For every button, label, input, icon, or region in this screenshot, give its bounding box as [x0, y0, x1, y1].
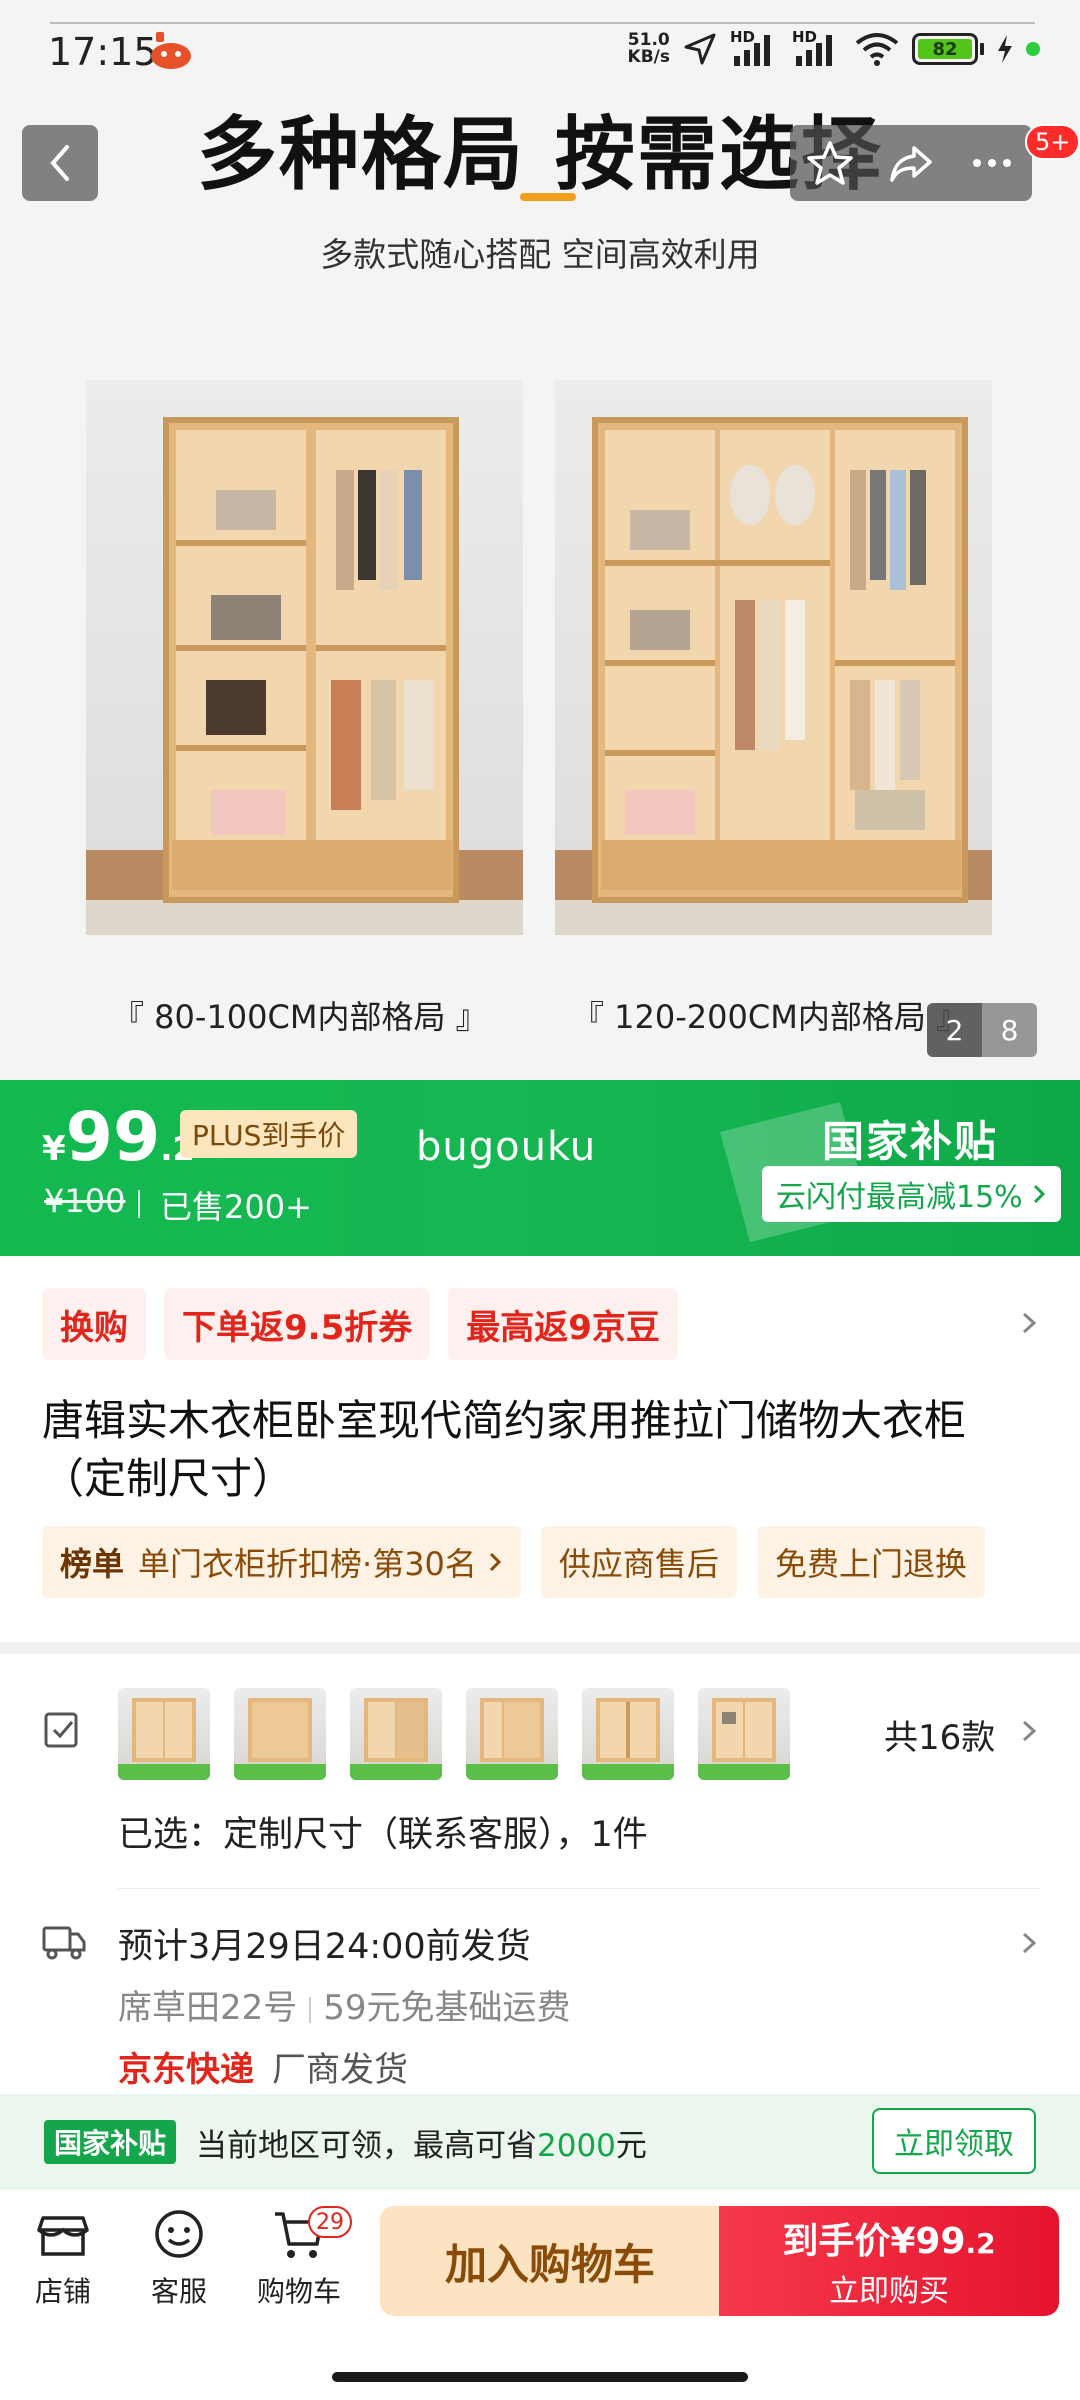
shop-button[interactable]: 店铺: [8, 2206, 118, 2310]
shipping-estimate[interactable]: 预计3月29日24:00前发货: [118, 1918, 531, 1969]
claim-subsidy-button[interactable]: 立即领取: [872, 2108, 1036, 2174]
app-notification-icon: [151, 32, 191, 69]
location-arrow-icon: [684, 33, 716, 65]
chevron-left-icon: [50, 145, 69, 181]
cart-count-badge: 29: [308, 2206, 352, 2238]
price-separator: [138, 1190, 140, 1218]
delivery-truck-icon: [42, 1926, 86, 1960]
layout-label-small: 『 80-100CM内部格局 』: [112, 998, 488, 1036]
price-banner[interactable]: ¥ 99 .2 PLUS到手价 ¥100 已售200+ bugouku 国家补贴…: [0, 1080, 1080, 1256]
wifi-icon: [855, 33, 899, 66]
chevron-right-icon[interactable]: [1018, 1312, 1040, 1334]
style-thumbnail[interactable]: [118, 1688, 210, 1780]
hero-title-underline: [520, 193, 576, 201]
customer-service-icon: [155, 2210, 203, 2258]
promo-tag-beans[interactable]: 最高返9京豆: [448, 1288, 678, 1360]
cart-button[interactable]: 购物车 29: [244, 2206, 354, 2310]
subsidy-badge: 国家补贴: [44, 2120, 177, 2164]
subsidy-title: 国家补贴: [822, 1117, 999, 1166]
chevron-right-icon: [489, 1552, 502, 1572]
home-indicator[interactable]: [332, 2372, 748, 2382]
bottom-action-bar: 店铺 客服 购物车 29 加入购物车 到手价¥99.2 立即购买: [0, 2190, 1080, 2400]
style-thumbnail[interactable]: [466, 1688, 558, 1780]
battery-icon: 82: [912, 33, 984, 65]
message-count-badge: 5+: [1025, 124, 1080, 160]
layout-label-large: 『 120-200CM内部格局 』: [572, 998, 969, 1036]
network-speed: 51.0 KB/s: [627, 30, 670, 67]
page-total: 8: [982, 1003, 1037, 1057]
style-thumbnail[interactable]: [698, 1688, 790, 1780]
signal-1-icon: HD: [730, 28, 780, 68]
chevron-right-icon[interactable]: [1018, 1720, 1040, 1742]
divider: [118, 1888, 1040, 1889]
sold-count: 已售200+: [160, 1188, 312, 1226]
subsidy-text: 当前地区可领，最高可省2000元: [196, 2127, 647, 2164]
hero-subtitle: 多款式随心搭配 空间高效利用: [320, 235, 760, 274]
wardrobe-photo-small: [86, 380, 523, 935]
page-current: 2: [927, 1003, 982, 1057]
feature-tags: 榜单 单门衣柜折扣榜·第30名 供应商售后 免费上门退换: [42, 1526, 985, 1598]
carrier-info: 京东快递 厂商发货: [118, 2050, 408, 2090]
status-time: 17:15: [48, 30, 158, 74]
spec-shipping-card: 共16款 已选：定制尺寸（联系客服），1件 预计3月29日24:00前发货 席草…: [0, 1654, 1080, 2094]
promo-tag-coupon[interactable]: 下单返9.5折券: [164, 1288, 431, 1360]
chevron-right-icon: [1033, 1184, 1045, 1204]
original-price: ¥100: [44, 1182, 126, 1220]
style-thumbnail[interactable]: [582, 1688, 674, 1780]
style-thumbnail[interactable]: [350, 1688, 442, 1780]
unionpay-discount-chip[interactable]: 云闪付最高减15%: [762, 1166, 1061, 1222]
share-icon[interactable]: [886, 138, 936, 188]
promo-tag-tradein[interactable]: 换购: [42, 1288, 146, 1360]
customer-service-button[interactable]: 客服: [124, 2206, 234, 2310]
image-page-indicator: 2 8: [927, 1003, 1037, 1057]
product-title: 唐辑实木衣柜卧室现代简约家用推拉门储物大衣柜（定制尺寸）: [42, 1396, 967, 1503]
buy-now-button[interactable]: 到手价¥99.2 立即购买: [719, 2206, 1059, 2316]
plus-price-tag: PLUS到手价: [180, 1110, 358, 1158]
favorite-star-icon[interactable]: [805, 138, 855, 188]
add-to-cart-button[interactable]: 加入购物车: [380, 2206, 720, 2316]
current-price: ¥ 99 .2: [42, 1098, 195, 1177]
watermark-text: bugouku: [416, 1124, 597, 1170]
style-thumbnails[interactable]: [118, 1688, 790, 1780]
top-action-group: [790, 125, 1032, 201]
chevron-right-icon[interactable]: [1018, 1932, 1040, 1954]
style-thumbnail[interactable]: [234, 1688, 326, 1780]
more-icon[interactable]: [967, 138, 1017, 188]
status-bar: 17:15 51.0 KB/s HD HD 82: [0, 0, 1080, 100]
wardrobe-photo-large: [555, 380, 992, 935]
spec-select-icon: [44, 1712, 78, 1748]
feature-tag-free-return[interactable]: 免费上门退换: [756, 1526, 985, 1598]
signal-2-icon: HD: [792, 28, 842, 68]
subsidy-strip: 国家补贴 当前地区可领，最高可省2000元 立即领取: [0, 2094, 1080, 2190]
status-divider: [50, 22, 1035, 24]
back-button[interactable]: [22, 125, 98, 201]
shop-icon: [37, 2216, 89, 2256]
shipping-location: 席草田22号 59元免基础运费: [118, 1988, 571, 2028]
promo-tags[interactable]: 换购 下单返9.5折券 最高返9京豆: [42, 1288, 678, 1360]
style-count[interactable]: 共16款: [884, 1710, 995, 1759]
feature-tag-supplier-service[interactable]: 供应商售后: [540, 1526, 737, 1598]
status-indicators: 51.0 KB/s HD HD 82: [627, 28, 1040, 68]
rank-tag[interactable]: 榜单 单门衣柜折扣榜·第30名: [42, 1526, 521, 1598]
product-image-carousel[interactable]: 17:15 51.0 KB/s HD HD 82 多种格局 按需选择 多款式随心…: [0, 0, 1080, 1080]
privacy-dot-icon: [1026, 42, 1040, 56]
selected-spec[interactable]: 已选：定制尺寸（联系客服），1件: [118, 1806, 648, 1857]
charging-icon: [998, 35, 1012, 63]
